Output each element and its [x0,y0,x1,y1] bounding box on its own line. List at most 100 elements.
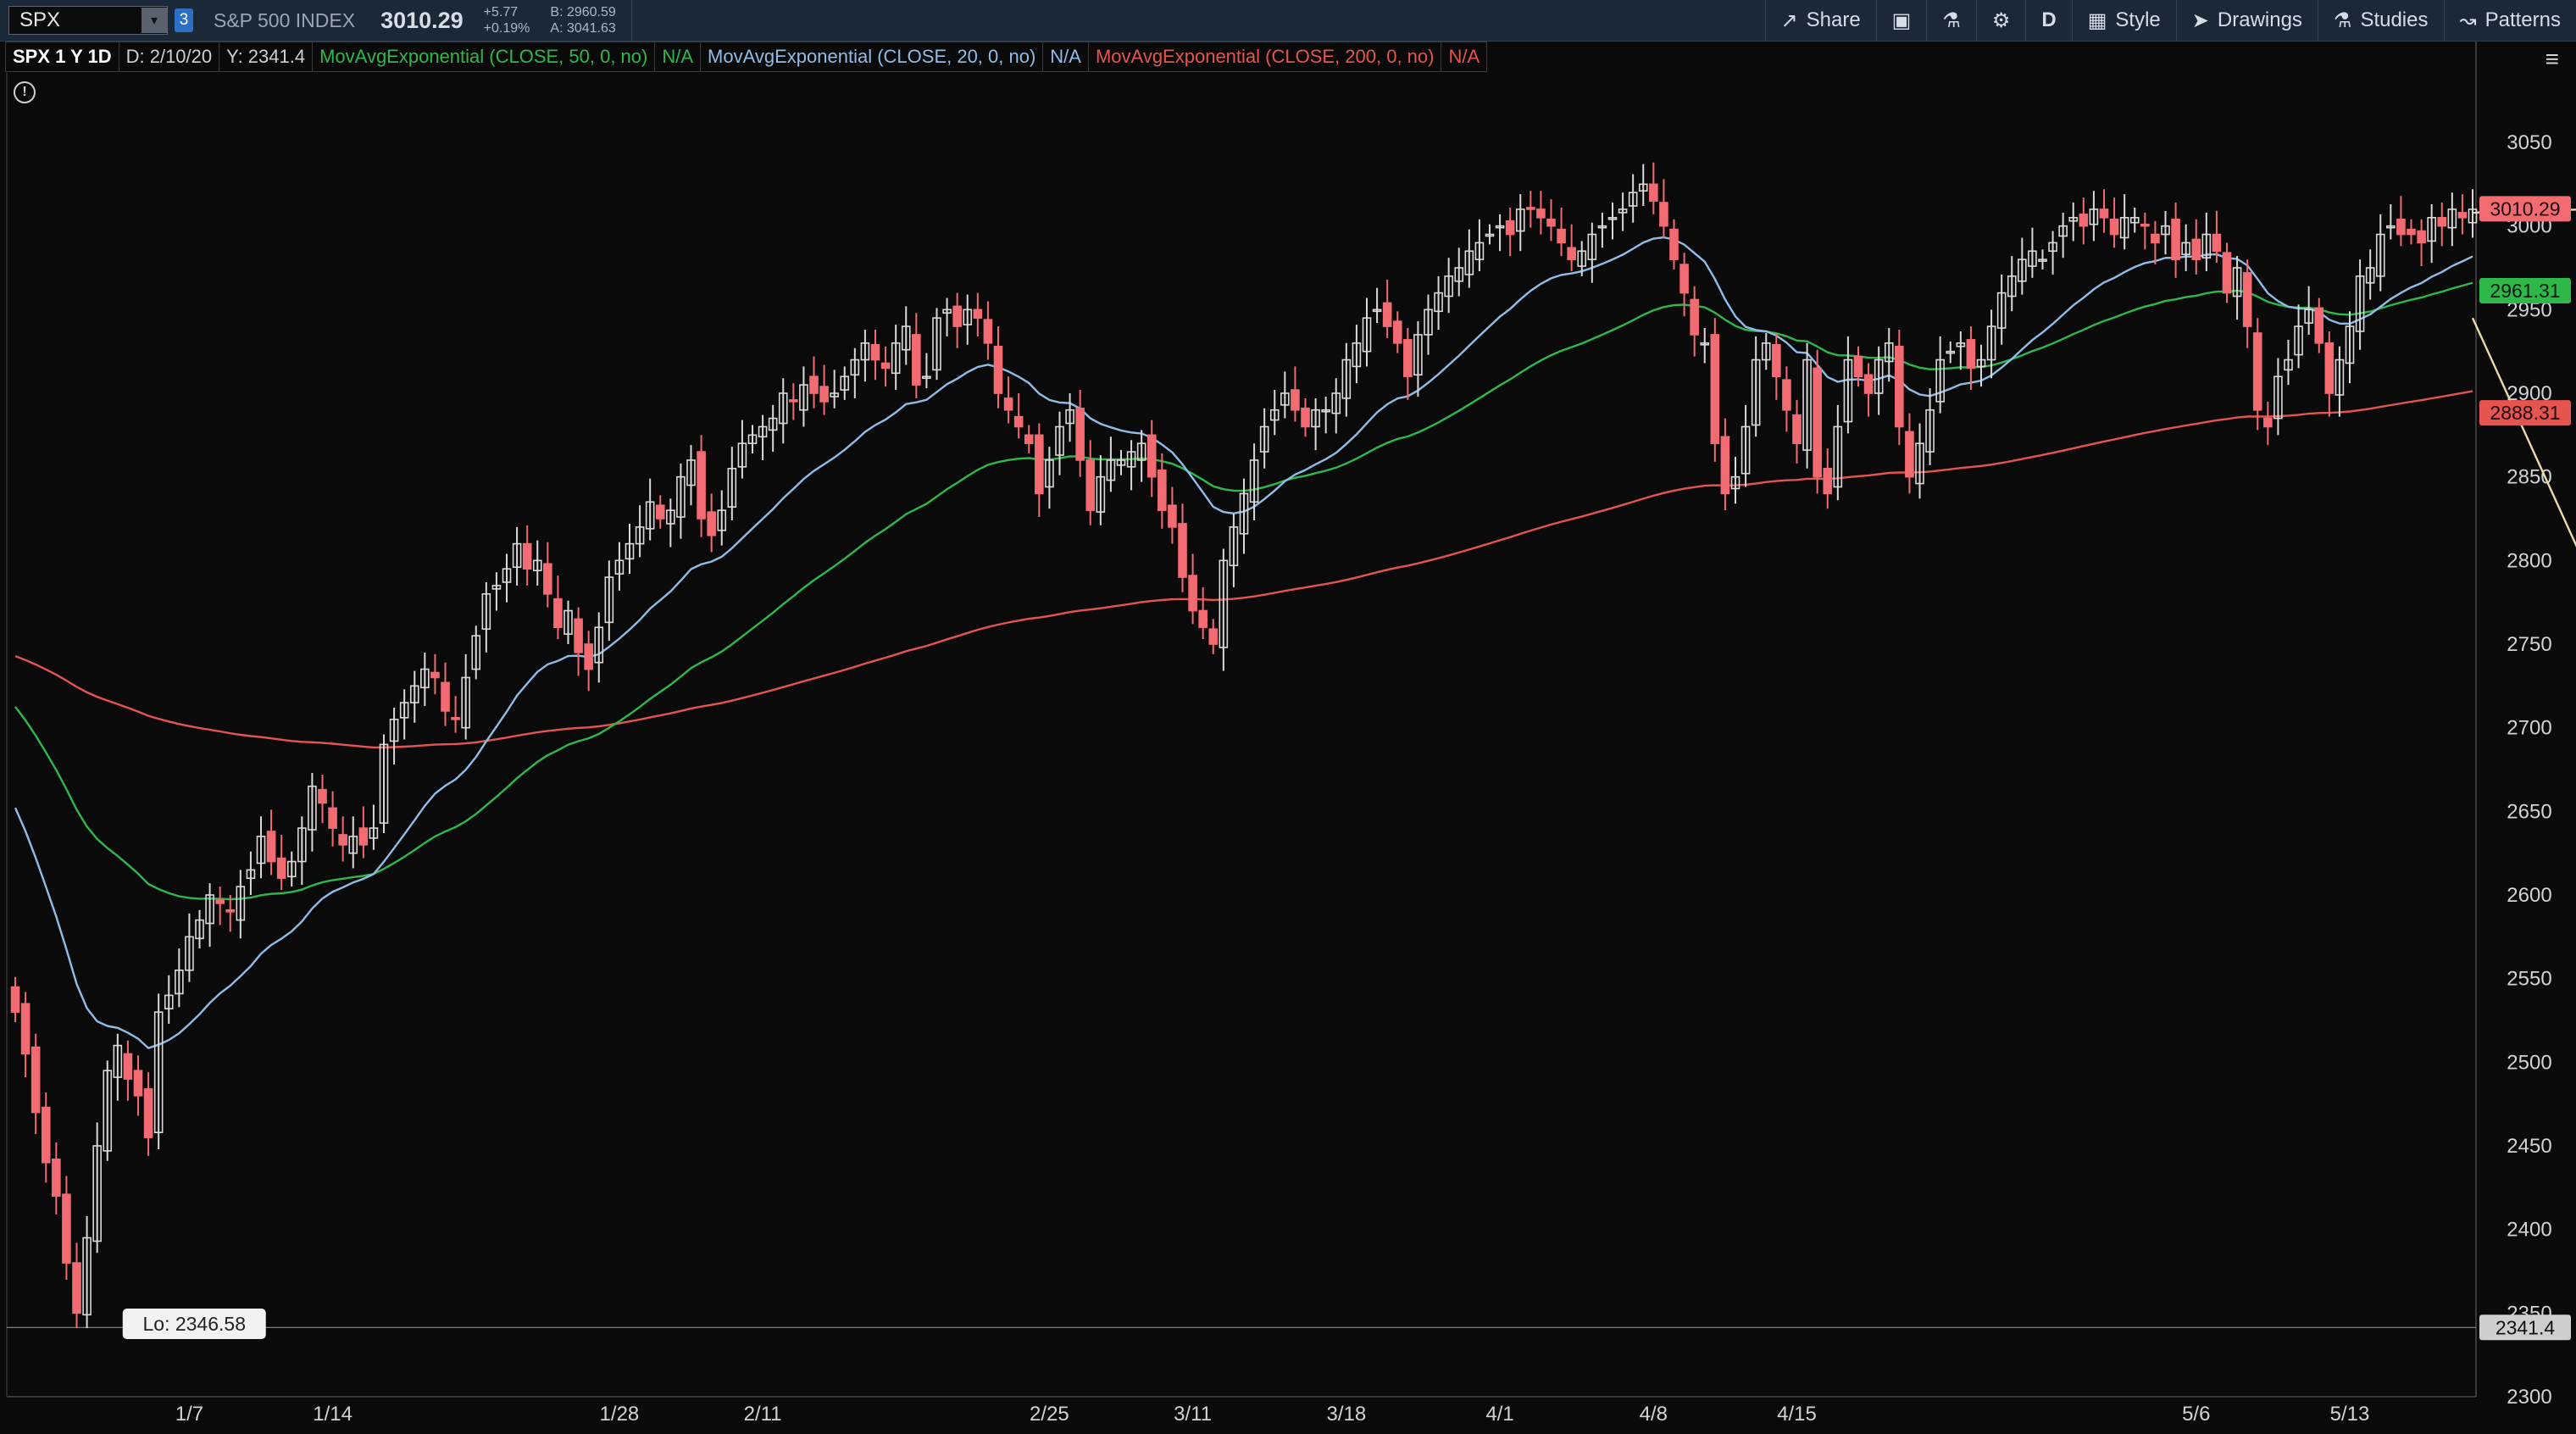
candle-down [1895,345,1904,428]
candle-down [2171,218,2180,260]
moving-averages [14,236,2473,1050]
candle-down [1392,320,1402,344]
ema20-line [14,236,2473,1050]
bid-ask: B: 2960.59 A: 3041.63 [550,4,615,36]
candle-down [1557,228,1566,244]
last-price-tag: 3010.29 [2490,197,2560,220]
x-tick-label: 2/11 [744,1403,782,1426]
settings-button[interactable]: ⚙ [1975,0,2026,41]
candle-down [584,643,593,670]
link-badge[interactable]: 3 [175,8,193,32]
x-tick-label: 4/1 [1485,1403,1513,1426]
candle-down [819,386,829,403]
candle-down [1208,628,1219,645]
flask-button[interactable]: ⚗ [1926,0,1976,41]
candle-down [2263,417,2273,428]
symbol-description: S&P 500 INDEX [214,8,356,31]
candle-down [1679,264,1689,294]
candle-down [952,305,962,327]
studies-button[interactable]: ⚗ Studies [2317,0,2444,41]
y-tick-label: 2400 [2507,1219,2551,1242]
ask-value: A: 3041.63 [550,21,616,36]
y-tick-label: 2300 [2507,1386,2551,1409]
candle-down [143,1088,153,1138]
snapshot-button[interactable]: ▣ [1875,0,1927,41]
candle-down [1823,467,1833,495]
candle-down [1567,247,1576,260]
collapse-icon[interactable]: ≡ [2545,46,2559,73]
patterns-button[interactable]: ↝ Patterns [2443,0,2576,41]
candle-down [2314,307,2324,344]
x-tick-label: 4/15 [1777,1403,1817,1426]
price-chart[interactable]: 3050300029502900285028002750270026502600… [0,0,2576,1434]
candle-down [2140,223,2150,227]
candle-down [430,671,440,679]
candle-down [2417,230,2426,244]
y-tick-label: 2500 [2507,1051,2551,1074]
candle-down [1198,609,1208,629]
symbol-input[interactable]: SPX [9,8,142,32]
candle-down [553,598,563,629]
cursor-y: Y: 2341.4 [219,42,314,72]
bid-value: B: 2960.59 [550,5,616,19]
candle-down [2151,233,2160,244]
candle-down [2212,233,2222,253]
change-value: +5.77 [483,5,519,19]
candle-down [1168,504,1177,528]
candle-down [789,399,798,403]
trendlines[interactable] [2471,179,2576,677]
flask-icon: ⚗ [2333,8,2352,32]
candle-down [697,451,706,520]
share-button[interactable]: ↗ Share [1764,0,1876,41]
chevron-down-icon[interactable]: ▾ [142,8,167,33]
style-button[interactable]: ▦ Style [2071,0,2176,41]
candle-down [1669,228,1679,260]
y-tick-label: 2800 [2507,549,2551,572]
period-button[interactable]: D [2025,0,2071,41]
symbol-selector[interactable]: SPX ▾ [8,6,168,35]
y-tick-label: 3050 [2507,131,2551,154]
y-tick-label: 2750 [2507,633,2551,656]
candle-down [2099,208,2109,219]
study-ema50[interactable]: MovAvgExponential (CLOSE, 50, 0, no) [312,42,656,72]
candle-down [2252,332,2262,411]
candle-down [870,343,880,361]
support-trendline[interactable] [2471,317,2576,677]
patterns-label: Patterns [2484,8,2561,31]
candle-down [1710,334,1720,444]
candle-down [2109,218,2119,236]
candle-down [1085,459,1096,511]
y-tick-label: 2650 [2507,800,2551,823]
cursor-date: D: 2/10/20 [118,42,220,72]
x-tick-label: 1/7 [175,1403,203,1426]
share-label: Share [1806,8,1861,31]
patterns-icon: ↝ [2459,8,2477,32]
price-tags: Hi: 3027.98Lo: 2346.583010.292961.312888… [122,196,2571,1341]
drawings-button[interactable]: ➤ Drawings [2175,0,2318,41]
candle-down [993,345,1003,394]
candle-down [1546,218,1556,227]
candle-down [1813,367,1822,478]
candle-down [1301,407,1310,428]
candle-down [1792,414,1802,444]
style-label: Style [2115,8,2161,31]
candle-down [123,1053,133,1080]
x-tick-label: 1/28 [600,1403,640,1426]
info-icon[interactable]: ! [14,81,36,103]
study-ema20[interactable]: MovAvgExponential (CLOSE, 20, 0, no) [700,42,1044,72]
candle-down [880,362,891,370]
candle-down [1013,415,1024,428]
candle-down [2437,216,2447,227]
candle-down [1188,575,1197,612]
study-ema20-value: N/A [1042,42,1089,72]
candle-down [2457,212,2468,219]
candle-down [1075,407,1085,461]
candle-down [2407,228,2416,236]
x-tick-label: 2/25 [1030,1403,1069,1426]
price-axis[interactable]: 3050300029502900285028002750270026502600… [6,41,2576,1426]
candle-down [543,563,552,595]
candle-down [1853,355,1863,378]
candle-down [328,807,337,829]
study-ema200[interactable]: MovAvgExponential (CLOSE, 200, 0, no) [1087,42,1442,72]
camera-icon: ▣ [1891,8,1912,32]
